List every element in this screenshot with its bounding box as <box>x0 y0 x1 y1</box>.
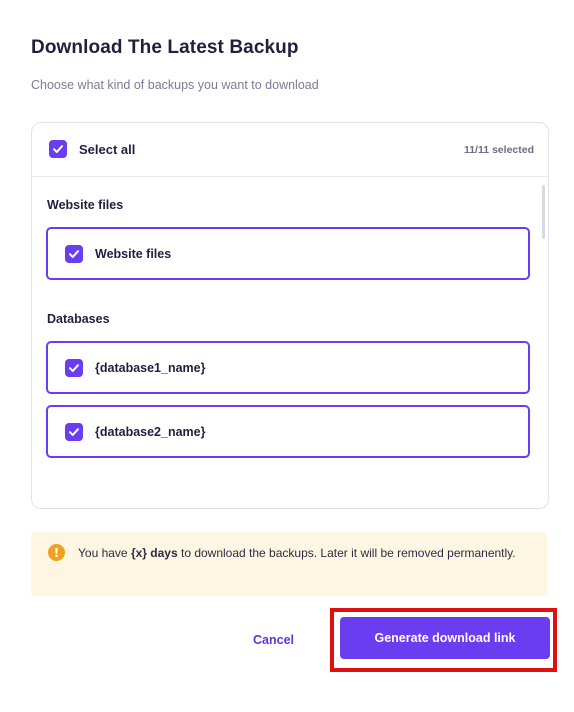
option-website-files[interactable]: Website files <box>46 227 530 280</box>
section-label-website-files: Website files <box>47 198 124 212</box>
checkmark-icon <box>69 428 79 436</box>
checkmark-icon <box>53 145 63 153</box>
database-2-checkbox[interactable] <box>65 423 83 441</box>
expiry-notice: ! You have {x} days to download the back… <box>31 532 547 596</box>
option-database-1[interactable]: {database1_name} <box>46 341 530 394</box>
scrollbar[interactable] <box>542 185 545 239</box>
option-label: {database2_name} <box>95 425 206 439</box>
selected-count: 11/11 selected <box>463 144 534 156</box>
checkmark-icon <box>69 364 79 372</box>
notice-prefix: You have <box>78 546 131 560</box>
notice-days: {x} days <box>130 546 178 560</box>
website-files-checkbox[interactable] <box>65 245 83 263</box>
generate-download-link-button[interactable]: Generate download link <box>340 617 550 659</box>
select-all-row[interactable]: Select all 11/11 selected <box>32 123 548 177</box>
cancel-button[interactable]: Cancel <box>253 633 294 647</box>
dialog-subtitle: Choose what kind of backups you want to … <box>31 78 319 92</box>
option-label: Website files <box>95 247 172 261</box>
select-all-checkbox[interactable] <box>49 140 67 158</box>
checkmark-icon <box>69 250 79 258</box>
section-label-databases: Databases <box>47 312 110 326</box>
option-database-2[interactable]: {database2_name} <box>46 405 530 458</box>
select-all-label: Select all <box>79 142 136 157</box>
option-label: {database1_name} <box>95 361 206 375</box>
backup-selection-panel: Select all 11/11 selected Website files … <box>31 122 549 509</box>
database-1-checkbox[interactable] <box>65 359 83 377</box>
dialog-title: Download The Latest Backup <box>31 37 299 58</box>
warning-icon: ! <box>48 544 65 561</box>
notice-text: You have {x} days to download the backup… <box>78 544 528 563</box>
notice-suffix: to download the backups. Later it will b… <box>177 546 516 560</box>
